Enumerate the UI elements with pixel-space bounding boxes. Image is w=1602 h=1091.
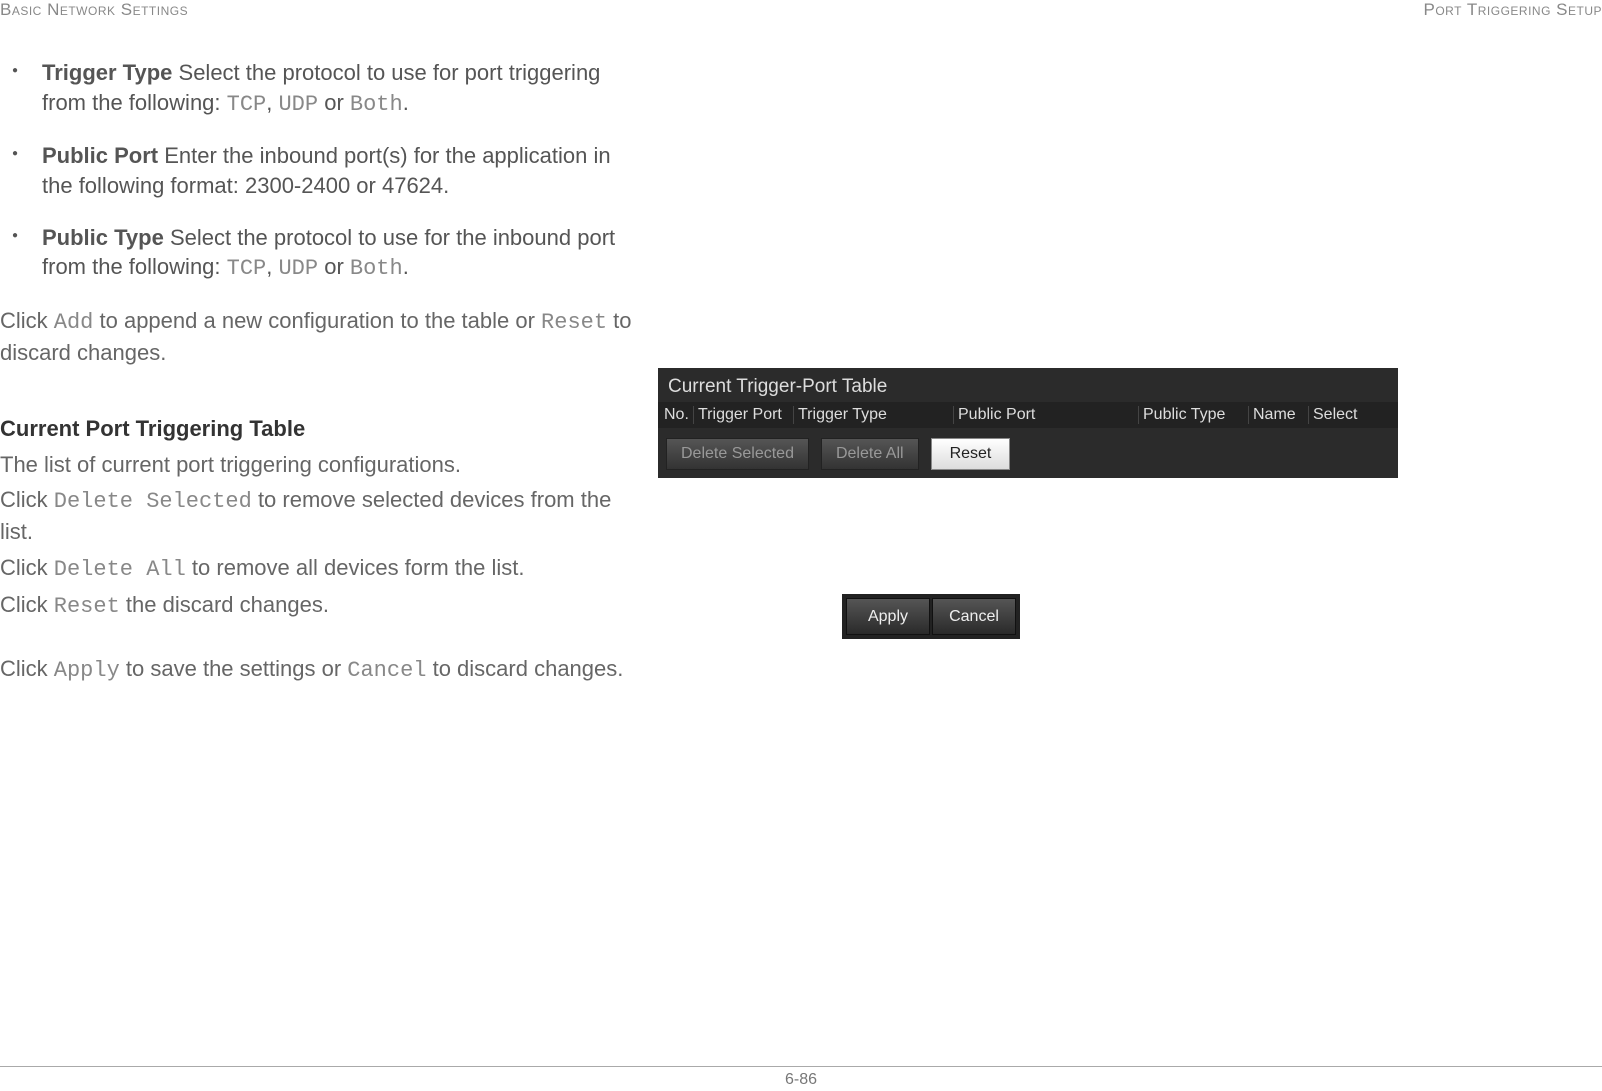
- label-public-type: Public Type: [42, 225, 164, 250]
- sep: or: [318, 90, 350, 115]
- col-select: Select: [1309, 406, 1396, 424]
- header-right: Port Triggering Setup: [1424, 0, 1602, 20]
- pre: Click: [0, 487, 54, 512]
- para-reset: Click Reset the discard changes.: [0, 590, 645, 622]
- code-both: Both: [350, 256, 403, 281]
- bullet-public-port: Public Port Enter the inbound port(s) fo…: [42, 141, 645, 200]
- pre: Click: [0, 592, 54, 617]
- para-list-desc: The list of current port triggering conf…: [0, 450, 645, 480]
- pre: Click: [0, 308, 54, 333]
- table-title: Current Trigger-Port Table: [658, 368, 1398, 402]
- col-public-port: Public Port: [954, 406, 1139, 424]
- code-tcp: TCP: [227, 92, 267, 117]
- header-left: Basic Network Settings: [0, 0, 188, 20]
- pre: Click: [0, 555, 54, 580]
- code-both: Both: [350, 92, 403, 117]
- end: to remove all devices form the list.: [186, 555, 525, 580]
- code-tcp: TCP: [227, 256, 267, 281]
- para-delete-all: Click Delete All to remove all devices f…: [0, 553, 645, 585]
- reset-button[interactable]: Reset: [931, 438, 1011, 470]
- mid: to save the settings or: [120, 656, 347, 681]
- label-trigger-type: Trigger Type: [42, 60, 172, 85]
- end: the discard changes.: [120, 592, 329, 617]
- apply-button[interactable]: Apply: [846, 598, 930, 635]
- table-headers: No. Trigger Port Trigger Type Public Por…: [658, 402, 1398, 428]
- col-name: Name: [1249, 406, 1309, 424]
- bullet-list: Trigger Type Select the protocol to use …: [0, 58, 645, 284]
- col-no: No.: [660, 406, 694, 424]
- bullet-public-type: Public Type Select the protocol to use f…: [42, 223, 645, 284]
- code-reset: Reset: [541, 310, 607, 335]
- code-udp: UDP: [278, 256, 318, 281]
- page-footer: 6-86: [0, 1066, 1602, 1089]
- sep: ,: [266, 254, 278, 279]
- code-reset: Reset: [54, 594, 120, 619]
- para-delete-selected: Click Delete Selected to remove selected…: [0, 485, 645, 546]
- cancel-button[interactable]: Cancel: [932, 598, 1016, 635]
- mid: to append a new configuration to the tab…: [93, 308, 541, 333]
- trigger-port-table-screenshot: Current Trigger-Port Table No. Trigger P…: [658, 368, 1398, 478]
- para-apply-cancel: Click Apply to save the settings or Canc…: [0, 654, 645, 686]
- pre: Click: [0, 656, 54, 681]
- col-trigger-type: Trigger Type: [794, 406, 954, 424]
- bullet-trigger-type: Trigger Type Select the protocol to use …: [42, 58, 645, 119]
- code-cancel: Cancel: [347, 658, 426, 683]
- delete-selected-button[interactable]: Delete Selected: [666, 438, 809, 470]
- code-add: Add: [54, 310, 94, 335]
- table-button-row: Delete Selected Delete All Reset: [658, 428, 1398, 480]
- end: .: [403, 254, 409, 279]
- end: to discard changes.: [426, 656, 623, 681]
- code-delete-all: Delete All: [54, 557, 186, 582]
- code-udp: UDP: [278, 92, 318, 117]
- action-buttons-screenshot: Apply Cancel: [842, 594, 1020, 639]
- col-trigger-port: Trigger Port: [694, 406, 794, 424]
- code-apply: Apply: [54, 658, 120, 683]
- label-public-port: Public Port: [42, 143, 158, 168]
- end: .: [403, 90, 409, 115]
- sep: or: [318, 254, 350, 279]
- col-public-type: Public Type: [1139, 406, 1249, 424]
- delete-all-button[interactable]: Delete All: [821, 438, 919, 470]
- para-add-reset: Click Add to append a new configuration …: [0, 306, 645, 367]
- section-heading: Current Port Triggering Table: [0, 416, 645, 442]
- sep: ,: [266, 90, 278, 115]
- code-delete-selected: Delete Selected: [54, 489, 252, 514]
- main-content: Trigger Type Select the protocol to use …: [0, 58, 645, 706]
